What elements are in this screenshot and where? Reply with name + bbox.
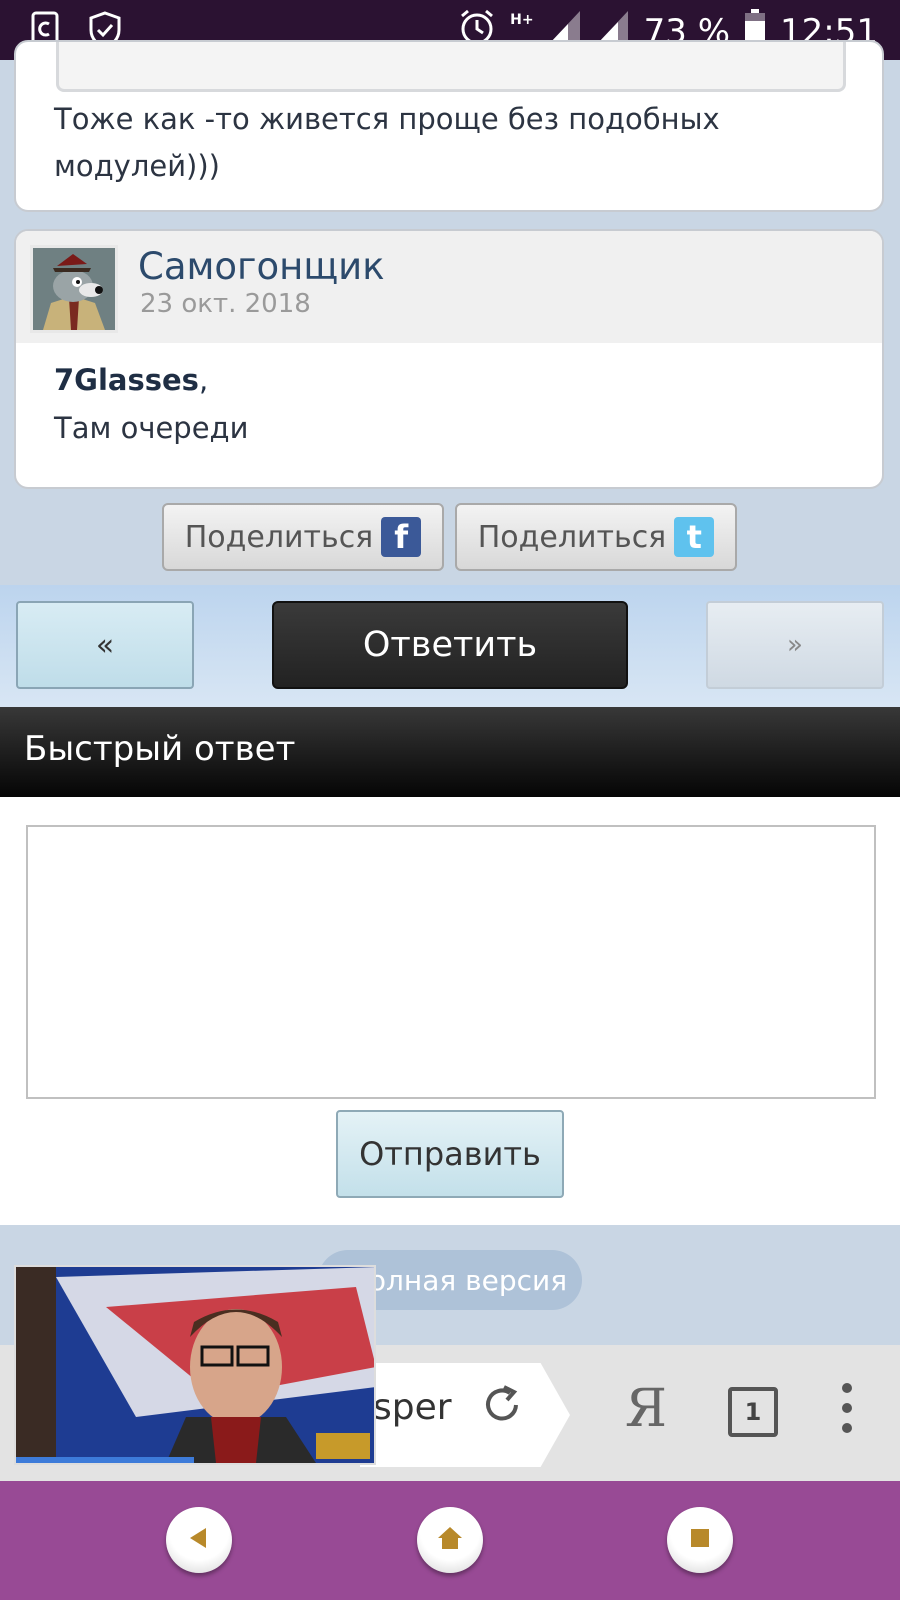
mention-username[interactable]: 7Glasses [54, 363, 199, 397]
address-bar-text[interactable]: sper [373, 1387, 453, 1428]
send-button[interactable]: Отправить [336, 1110, 564, 1198]
quick-reply-textarea[interactable] [26, 825, 876, 1099]
quick-reply-panel: Отправить [0, 797, 900, 1225]
share-facebook-label: Поделиться [184, 519, 374, 555]
back-arrow-icon [186, 1525, 212, 1555]
next-page-button[interactable]: » [706, 601, 884, 689]
share-twitter-label: Поделиться [477, 519, 667, 555]
reload-icon[interactable] [480, 1383, 524, 1438]
share-twitter-button[interactable]: Поделиться t [455, 503, 737, 571]
previous-post-card: Тоже как -то живется проще без подобных … [14, 40, 884, 212]
quick-reply-title: Быстрый ответ [24, 729, 296, 769]
avatar[interactable] [30, 245, 118, 333]
post-body: Там очереди [54, 411, 249, 445]
post-mention: 7Glasses, [54, 363, 208, 397]
recent-apps-button[interactable] [667, 1507, 733, 1573]
home-button[interactable] [417, 1507, 483, 1573]
twitter-icon: t [674, 517, 715, 557]
tabs-count-button[interactable]: 1 [728, 1387, 778, 1437]
previous-post-text-line2: модулей))) [54, 149, 220, 183]
post-header: Самогонщик 23 окт. 2018 [16, 231, 882, 343]
post-username[interactable]: Самогонщик [138, 245, 385, 288]
facebook-icon: f [381, 517, 422, 557]
previous-post-text-line1: Тоже как -то живется проще без подобных [54, 102, 720, 136]
system-navigation-bar [0, 1481, 900, 1600]
menu-icon[interactable] [842, 1383, 854, 1433]
video-thumbnail[interactable] [14, 1265, 376, 1465]
post-card: Самогонщик 23 окт. 2018 7Glasses, Там оч… [14, 229, 884, 489]
quick-reply-header: Быстрый ответ [0, 707, 900, 797]
pagination-bar: « Ответить » [0, 585, 900, 707]
share-facebook-button[interactable]: Поделиться f [162, 503, 444, 571]
back-button[interactable] [166, 1507, 232, 1573]
reply-button[interactable]: Ответить [272, 601, 628, 689]
video-progress-bar[interactable] [16, 1457, 194, 1463]
quote-block [56, 42, 846, 92]
home-icon [436, 1525, 464, 1555]
mention-suffix: , [198, 363, 209, 397]
prev-page-button[interactable]: « [16, 601, 194, 689]
network-type-label: H+ [510, 12, 534, 28]
post-date[interactable]: 23 окт. 2018 [140, 289, 311, 319]
yandex-button[interactable]: Я [625, 1379, 667, 1439]
recent-apps-icon [689, 1527, 711, 1553]
